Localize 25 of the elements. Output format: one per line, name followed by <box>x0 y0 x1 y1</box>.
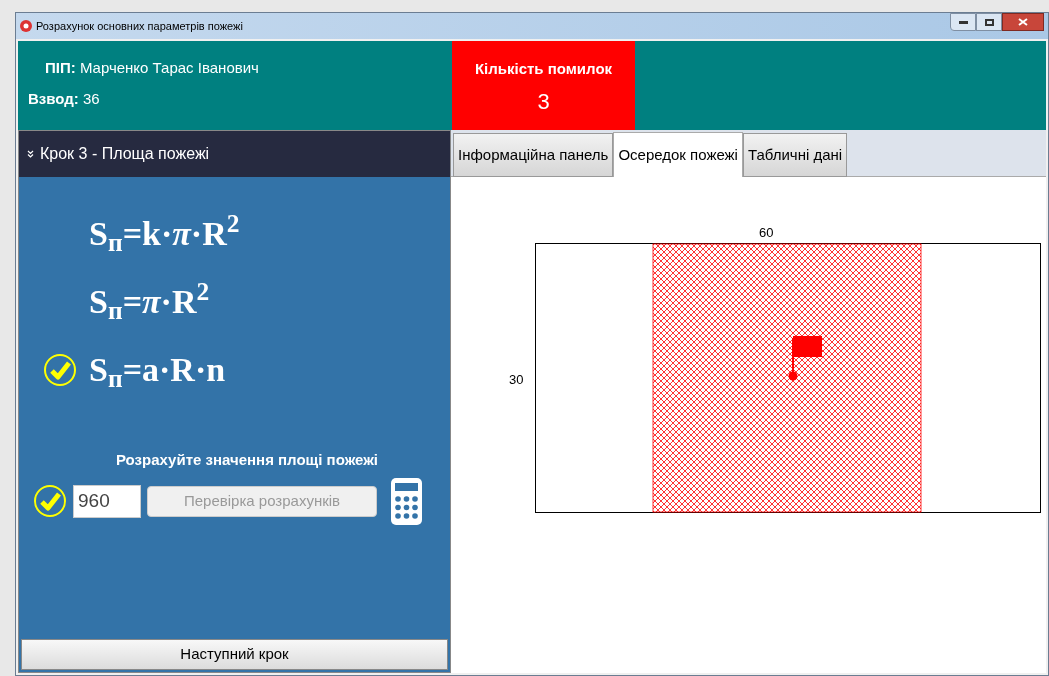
next-step-button[interactable]: Наступний крок <box>21 639 448 670</box>
calculation-prompt: Розрахуйте значення площі пожежі <box>115 450 378 470</box>
chevron-down-icon <box>27 150 34 158</box>
platoon-number: Взвод: 36 <box>28 88 101 109</box>
tab[interactable]: Осередок пожежі <box>613 132 743 177</box>
step-header[interactable]: Крок 3 - Площа пожежі <box>19 131 450 177</box>
window-title: Розрахунок основних параметрів пожежі <box>36 18 243 34</box>
app-icon <box>20 20 32 32</box>
error-count-label: Кількість помилок <box>474 59 613 79</box>
close-button[interactable] <box>1002 13 1044 31</box>
maximize-button[interactable] <box>976 13 1002 31</box>
error-count: 3 <box>537 87 550 116</box>
calculator-icon[interactable] <box>391 477 422 525</box>
height-label: 30 <box>509 370 525 389</box>
formula[interactable]: S$_{п}$=k·π·R$^{2}$ <box>89 215 240 253</box>
step-title: Крок 3 - Площа пожежі <box>40 144 210 164</box>
formula[interactable]: S$_{п}$=π·R$^{2}$ <box>89 283 210 321</box>
formula[interactable]: S$_{п}$=a·R·n <box>89 351 226 389</box>
tab[interactable]: Табличні дані <box>742 133 848 177</box>
area-input[interactable]: 960 <box>73 484 141 518</box>
student-name: ПІП: Марченко Тарас Іванович <box>44 58 260 78</box>
width-label: 60 <box>759 224 774 242</box>
tab[interactable]: Інформаційна панель <box>453 133 614 177</box>
minimize-button[interactable] <box>950 13 976 31</box>
close-icon <box>1018 18 1028 26</box>
